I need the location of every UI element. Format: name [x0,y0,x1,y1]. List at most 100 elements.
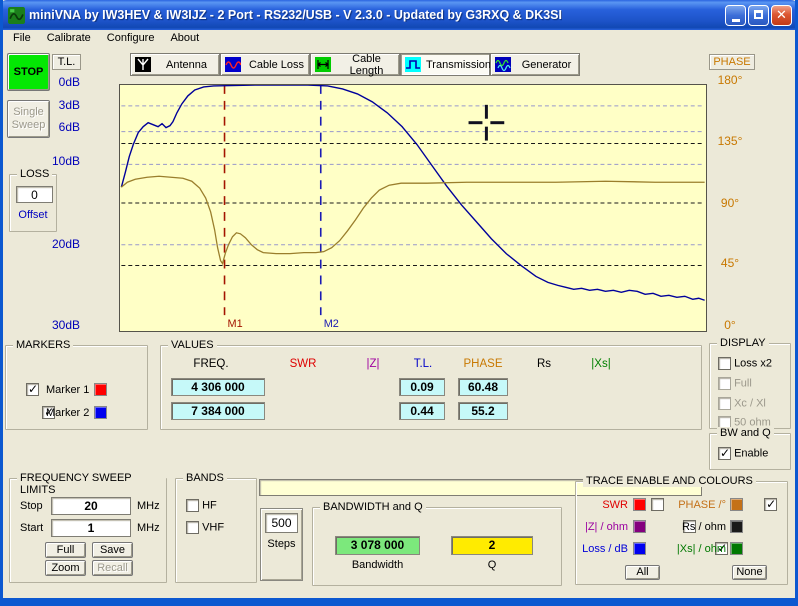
transmission-button[interactable]: Transmission [400,53,490,76]
display-row-lossx2: Loss x2 [718,357,772,370]
phase-trace [121,176,704,263]
cable-length-button-label: Cable Length [336,53,399,77]
trace-all-button[interactable]: All [625,565,660,580]
generator-icon [495,57,511,72]
minimize-icon [732,19,740,22]
marker-m1-label: M1 [228,318,243,330]
vhf-band-label: VHF [202,521,224,533]
loss-offset-input[interactable] [16,186,53,203]
phase-gridlines [121,144,704,266]
generator-button-label: Generator [516,59,579,71]
frequency-sweep-limits-group: FREQUENCY SWEEP LIMITS Stop MHz Start MH… [9,478,167,583]
offset-label: Offset [10,209,56,221]
full-span-button[interactable]: Full [45,542,86,558]
start-frequency-input[interactable] [51,519,131,537]
phase-tick-90: 90° [708,196,752,210]
phase-trace-label: PHASE /° [668,499,726,511]
display-row-full: Full [718,377,752,390]
mode-toolbar: Antenna Cable Loss Cable Length [130,53,580,76]
rs-color-swatch[interactable] [730,520,743,533]
loss-color-swatch[interactable] [633,542,646,555]
transmission-button-label: Transmission [426,59,493,71]
stop-unit-label: MHz [137,500,160,512]
marker1-color-swatch[interactable] [94,383,107,396]
loss-trace [121,85,704,300]
full-checkbox [718,377,731,390]
bandwidth-group-title: BANDWIDTH and Q [320,501,426,513]
main-panel: STOP Single Sweep T.L. 0dB 3dB 6dB 10dB … [0,46,798,598]
values-group: VALUES FREQ. SWR |Z| T.L. PHASE Rs |Xs| … [160,345,702,430]
antenna-button[interactable]: Antenna [130,53,220,76]
marker1-tl-value: 0.09 [399,378,445,396]
hf-band-checkbox[interactable] [186,499,199,512]
app-icon [8,7,25,24]
crosshair-cursor [469,105,505,141]
z-color-swatch[interactable] [633,520,646,533]
q-value: 2 [451,536,533,555]
xs-color-swatch[interactable] [730,542,743,555]
close-button[interactable]: ✕ [771,5,792,26]
sweep-chart-plot-area[interactable]: M1 M2 [119,84,707,332]
maximize-button[interactable] [748,5,769,26]
zoom-button[interactable]: Zoom [45,560,86,576]
generator-button[interactable]: Generator [490,53,580,76]
hf-band-label: HF [202,499,217,511]
steps-panel: Steps [260,508,303,581]
marker2-color-swatch[interactable] [94,406,107,419]
swr-color-swatch[interactable] [633,498,646,511]
phase-color-swatch[interactable] [730,498,743,511]
bands-group: BANDS HF VHF [175,478,257,583]
loss-x2-checkbox[interactable] [718,357,731,370]
phase-trace-checkbox[interactable] [764,498,777,511]
stop-frequency-input[interactable] [51,497,131,515]
minimize-button[interactable] [725,5,746,26]
marker1-label: Marker 1 [46,384,89,396]
trace-none-button[interactable]: None [732,565,767,580]
swr-trace-label: SWR [576,499,628,511]
tl-tick-10db: 10dB [38,154,80,168]
values-header-tl: T.L. [393,358,453,370]
bandwidth-label: Bandwidth [335,559,420,571]
loss-group: LOSS Offset [9,174,57,232]
marker1-frequency-field[interactable]: 4 306 000 [171,378,265,396]
tl-tick-0db: 0dB [38,75,80,89]
antenna-button-label: Antenna [156,59,219,71]
maximize-icon [754,10,763,19]
trace-group-title: TRACE ENABLE AND COLOURS [583,475,756,487]
full-label: Full [734,377,752,389]
display-group: DISPLAY Loss x2 Full Xc / Xl 50 ohm [709,343,791,429]
marker1-checkbox[interactable] [26,383,39,396]
save-button[interactable]: Save [92,542,133,558]
tl-tick-20db: 20dB [38,237,80,251]
cable-length-button[interactable]: Cable Length [310,53,400,76]
stop-label: Stop [20,500,43,512]
bands-group-title: BANDS [183,472,227,484]
menu-item-file[interactable]: File [5,31,39,45]
markers-group: MARKERS Marker 1 Marker 2 [5,345,148,430]
menu-item-configure[interactable]: Configure [99,31,163,45]
values-header-freq: FREQ. [181,358,241,370]
marker2-phase-value: 55.2 [458,402,508,420]
antenna-icon [135,57,151,72]
xc-xl-label: Xc / Xl [734,397,766,409]
recall-button: Recall [92,560,133,576]
start-unit-label: MHz [137,522,160,534]
bwq-enable-checkbox[interactable] [718,447,731,460]
menu-item-calibrate[interactable]: Calibrate [39,31,99,45]
marker1-phase-value: 60.48 [458,378,508,396]
marker2-frequency-field[interactable]: 7 384 000 [171,402,265,420]
menu-item-about[interactable]: About [162,31,207,45]
loss-group-title: LOSS [17,168,52,180]
title-bar: miniVNA by IW3HEV & IW3IJZ - 2 Port - RS… [0,0,798,30]
steps-input[interactable] [265,513,298,533]
marker-m2-label: M2 [324,318,339,330]
vhf-band-checkbox[interactable] [186,521,199,534]
tl-gridlines [121,106,704,245]
cable-loss-button[interactable]: Cable Loss [220,53,310,76]
values-header-xs: |Xs| [571,358,631,370]
z-trace-label: |Z| / ohm [576,521,628,533]
swr-trace-checkbox[interactable] [651,498,664,511]
steps-label: Steps [261,538,302,550]
loss-x2-label: Loss x2 [734,357,772,369]
values-group-title: VALUES [168,339,217,351]
